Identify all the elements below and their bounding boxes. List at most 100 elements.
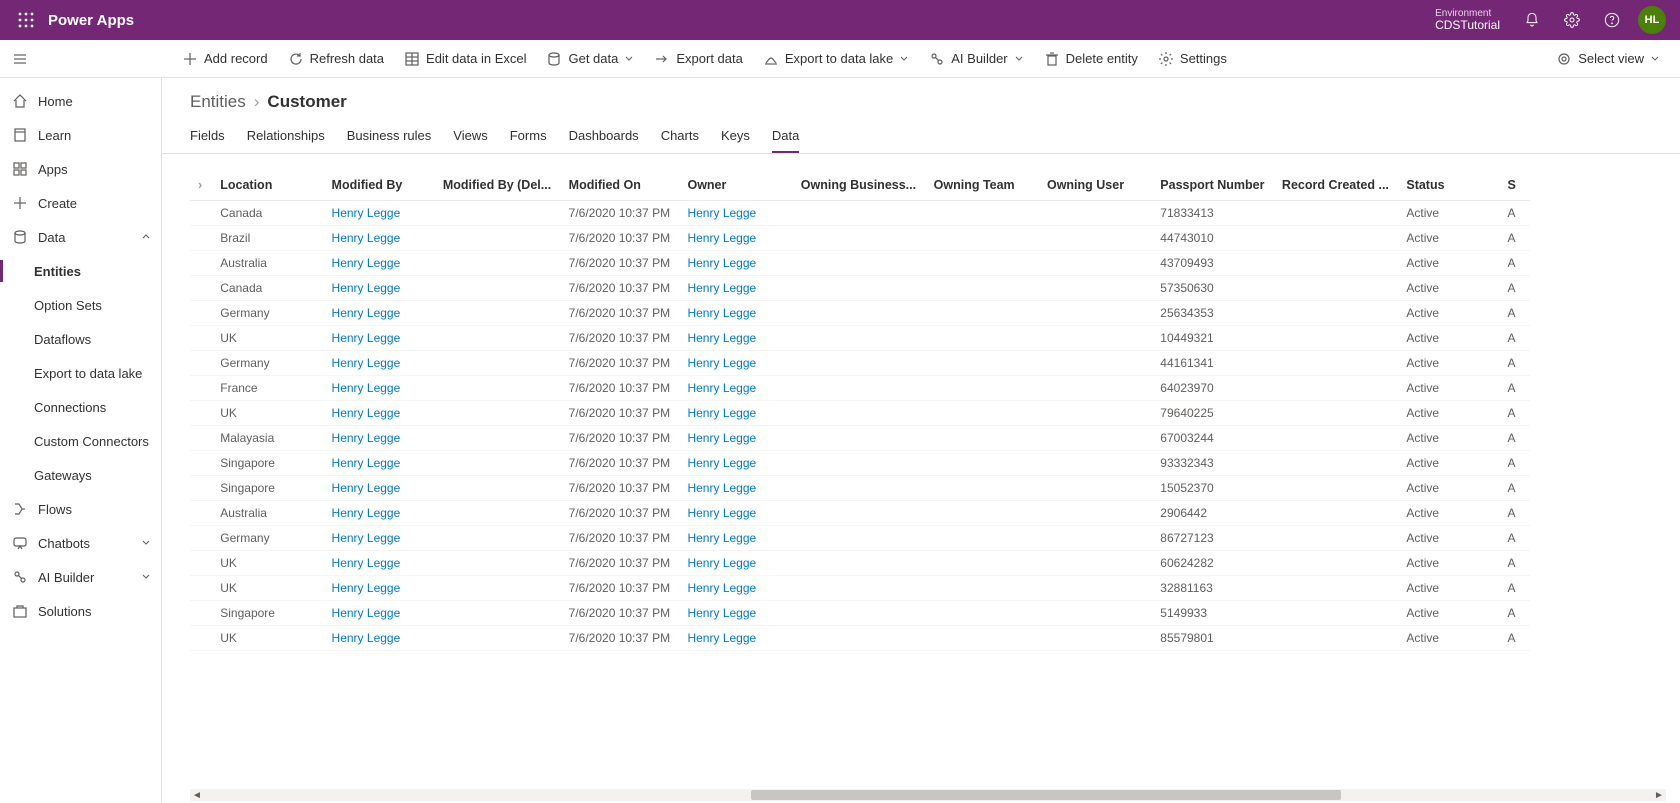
cell-modified-by[interactable]: Henry Legge bbox=[324, 601, 435, 626]
export-data-button[interactable]: Export data bbox=[644, 40, 753, 78]
cell-modified-by[interactable]: Henry Legge bbox=[324, 401, 435, 426]
cell-owner[interactable]: Henry Legge bbox=[679, 476, 792, 501]
nav-entities[interactable]: Entities bbox=[0, 254, 161, 288]
col-indicator[interactable]: › bbox=[190, 170, 212, 201]
cell-modified-by[interactable]: Henry Legge bbox=[324, 526, 435, 551]
cell-modified-by[interactable]: Henry Legge bbox=[324, 301, 435, 326]
ai-builder-button[interactable]: AI Builder bbox=[919, 40, 1033, 78]
cell-owner[interactable]: Henry Legge bbox=[679, 201, 792, 226]
cell-modified-by[interactable]: Henry Legge bbox=[324, 626, 435, 651]
tab-dashboards[interactable]: Dashboards bbox=[569, 122, 639, 153]
tab-views[interactable]: Views bbox=[453, 122, 487, 153]
cell-owner[interactable]: Henry Legge bbox=[679, 301, 792, 326]
tab-keys[interactable]: Keys bbox=[721, 122, 750, 153]
scroll-thumb[interactable] bbox=[751, 790, 1341, 800]
cell-owner[interactable]: Henry Legge bbox=[679, 401, 792, 426]
cell-owner[interactable]: Henry Legge bbox=[679, 526, 792, 551]
nav-apps[interactable]: Apps bbox=[0, 152, 161, 186]
table-row[interactable]: UKHenry Legge7/6/2020 10:37 PMHenry Legg… bbox=[190, 626, 1530, 651]
table-row[interactable]: GermanyHenry Legge7/6/2020 10:37 PMHenry… bbox=[190, 351, 1530, 376]
cell-owner[interactable]: Henry Legge bbox=[679, 226, 792, 251]
cell-modified-by[interactable]: Henry Legge bbox=[324, 276, 435, 301]
col-location[interactable]: Location bbox=[212, 170, 323, 201]
cell-owner[interactable]: Henry Legge bbox=[679, 351, 792, 376]
nav-data[interactable]: Data bbox=[0, 220, 161, 254]
nav-ai-builder[interactable]: AI Builder bbox=[0, 560, 161, 594]
delete-entity-button[interactable]: Delete entity bbox=[1034, 40, 1148, 78]
export-lake-button[interactable]: Export to data lake bbox=[753, 40, 919, 78]
add-record-button[interactable]: Add record bbox=[172, 40, 278, 78]
scroll-left-icon[interactable]: ◄ bbox=[190, 790, 204, 801]
settings-icon[interactable] bbox=[1552, 0, 1592, 40]
tab-business-rules[interactable]: Business rules bbox=[347, 122, 432, 153]
table-row[interactable]: UKHenry Legge7/6/2020 10:37 PMHenry Legg… bbox=[190, 326, 1530, 351]
tab-forms[interactable]: Forms bbox=[510, 122, 547, 153]
cell-modified-by[interactable]: Henry Legge bbox=[324, 226, 435, 251]
cell-modified-by[interactable]: Henry Legge bbox=[324, 326, 435, 351]
table-row[interactable]: SingaporeHenry Legge7/6/2020 10:37 PMHen… bbox=[190, 451, 1530, 476]
tab-fields[interactable]: Fields bbox=[190, 122, 225, 153]
nav-solutions[interactable]: Solutions bbox=[0, 594, 161, 628]
cell-owner[interactable]: Henry Legge bbox=[679, 251, 792, 276]
cell-owner[interactable]: Henry Legge bbox=[679, 276, 792, 301]
table-row[interactable]: CanadaHenry Legge7/6/2020 10:37 PMHenry … bbox=[190, 201, 1530, 226]
cell-owner[interactable]: Henry Legge bbox=[679, 576, 792, 601]
cell-modified-by[interactable]: Henry Legge bbox=[324, 576, 435, 601]
col-modified-on[interactable]: Modified On bbox=[561, 170, 680, 201]
nav-flows[interactable]: Flows bbox=[0, 492, 161, 526]
nav-chatbots[interactable]: Chatbots bbox=[0, 526, 161, 560]
cell-owner[interactable]: Henry Legge bbox=[679, 601, 792, 626]
tab-charts[interactable]: Charts bbox=[661, 122, 699, 153]
col-s-trunc[interactable]: S bbox=[1500, 170, 1530, 201]
table-row[interactable]: AustraliaHenry Legge7/6/2020 10:37 PMHen… bbox=[190, 251, 1530, 276]
settings-button[interactable]: Settings bbox=[1148, 40, 1237, 78]
col-owning-team[interactable]: Owning Team bbox=[926, 170, 1039, 201]
nav-gateways[interactable]: Gateways bbox=[0, 458, 161, 492]
col-owner[interactable]: Owner bbox=[679, 170, 792, 201]
nav-export-lake[interactable]: Export to data lake bbox=[0, 356, 161, 390]
col-passport[interactable]: Passport Number bbox=[1152, 170, 1274, 201]
nav-custom-connectors[interactable]: Custom Connectors bbox=[0, 424, 161, 458]
scroll-right-icon[interactable]: ► bbox=[1652, 790, 1666, 801]
table-row[interactable]: FranceHenry Legge7/6/2020 10:37 PMHenry … bbox=[190, 376, 1530, 401]
cell-modified-by[interactable]: Henry Legge bbox=[324, 426, 435, 451]
edit-excel-button[interactable]: Edit data in Excel bbox=[394, 40, 536, 78]
table-row[interactable]: SingaporeHenry Legge7/6/2020 10:37 PMHen… bbox=[190, 601, 1530, 626]
table-row[interactable]: MalayasiaHenry Legge7/6/2020 10:37 PMHen… bbox=[190, 426, 1530, 451]
environment-picker[interactable]: Environment CDSTutorial bbox=[1435, 8, 1500, 32]
app-launcher-icon[interactable] bbox=[8, 12, 44, 28]
cell-owner[interactable]: Henry Legge bbox=[679, 501, 792, 526]
breadcrumb-root[interactable]: Entities bbox=[190, 92, 246, 112]
cell-modified-by[interactable]: Henry Legge bbox=[324, 251, 435, 276]
table-row[interactable]: UKHenry Legge7/6/2020 10:37 PMHenry Legg… bbox=[190, 401, 1530, 426]
cell-owner[interactable]: Henry Legge bbox=[679, 376, 792, 401]
tab-relationships[interactable]: Relationships bbox=[247, 122, 325, 153]
nav-learn[interactable]: Learn bbox=[0, 118, 161, 152]
cell-modified-by[interactable]: Henry Legge bbox=[324, 476, 435, 501]
col-modified-by[interactable]: Modified By bbox=[324, 170, 435, 201]
horizontal-scrollbar[interactable]: ◄ ► bbox=[190, 789, 1666, 801]
cell-modified-by[interactable]: Henry Legge bbox=[324, 376, 435, 401]
nav-connections[interactable]: Connections bbox=[0, 390, 161, 424]
cell-owner[interactable]: Henry Legge bbox=[679, 326, 792, 351]
user-avatar[interactable]: HL bbox=[1638, 6, 1666, 34]
nav-create[interactable]: Create bbox=[0, 186, 161, 220]
nav-home[interactable]: Home bbox=[0, 84, 161, 118]
table-row[interactable]: GermanyHenry Legge7/6/2020 10:37 PMHenry… bbox=[190, 301, 1530, 326]
select-view-button[interactable]: Select view bbox=[1546, 40, 1670, 78]
table-row[interactable]: UKHenry Legge7/6/2020 10:37 PMHenry Legg… bbox=[190, 551, 1530, 576]
table-row[interactable]: UKHenry Legge7/6/2020 10:37 PMHenry Legg… bbox=[190, 576, 1530, 601]
col-owning-user[interactable]: Owning User bbox=[1039, 170, 1152, 201]
cell-owner[interactable]: Henry Legge bbox=[679, 451, 792, 476]
notifications-icon[interactable] bbox=[1512, 0, 1552, 40]
table-row[interactable]: BrazilHenry Legge7/6/2020 10:37 PMHenry … bbox=[190, 226, 1530, 251]
col-modified-by-del[interactable]: Modified By (Del... bbox=[435, 170, 561, 201]
help-icon[interactable] bbox=[1592, 0, 1632, 40]
cell-modified-by[interactable]: Henry Legge bbox=[324, 351, 435, 376]
cell-owner[interactable]: Henry Legge bbox=[679, 551, 792, 576]
cell-modified-by[interactable]: Henry Legge bbox=[324, 501, 435, 526]
cell-owner[interactable]: Henry Legge bbox=[679, 626, 792, 651]
nav-collapse-icon[interactable] bbox=[0, 40, 40, 78]
cell-modified-by[interactable]: Henry Legge bbox=[324, 551, 435, 576]
col-owning-business[interactable]: Owning Business... bbox=[793, 170, 926, 201]
